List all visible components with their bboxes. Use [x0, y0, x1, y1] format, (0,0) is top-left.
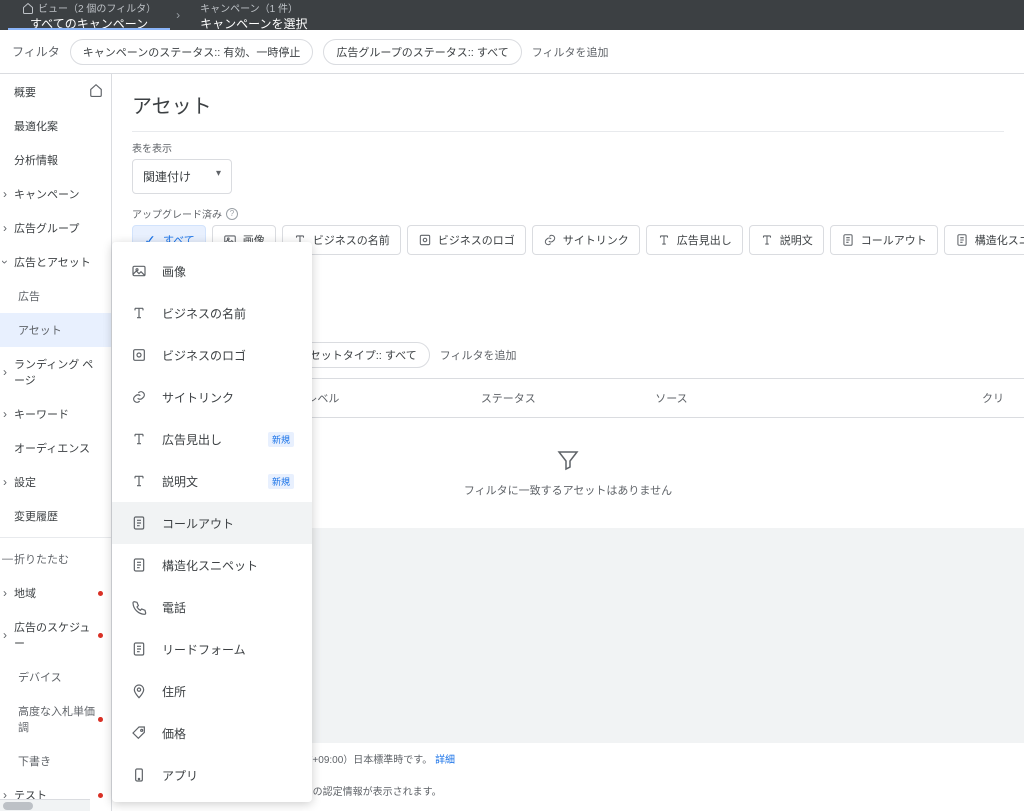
sidebar-item[interactable]: 地域 [0, 576, 111, 610]
sidebar-item[interactable]: 変更履歴 [0, 499, 111, 533]
filter-bar: フィルタ キャンペーンのステータス:: 有効、一時停止 広告グループのステータス… [0, 30, 1024, 74]
dropdown-item[interactable]: サイトリンク [112, 376, 312, 418]
dropdown-item[interactable]: 説明文新規 [112, 460, 312, 502]
sidebar-item[interactable]: 広告 [0, 279, 111, 313]
dropdown-item[interactable]: 広告見出し新規 [112, 418, 312, 460]
image-icon [130, 262, 148, 280]
sidebar-item[interactable]: キャンペーン [0, 177, 111, 211]
dropdown-item[interactable]: リードフォーム [112, 628, 312, 670]
tag-icon [130, 724, 148, 742]
app-icon [130, 766, 148, 784]
table-column-header[interactable]: クリ [830, 390, 1004, 406]
asset-type-button[interactable]: 説明文 [749, 225, 824, 255]
new-badge: 新規 [268, 432, 294, 447]
sidebar-item[interactable]: ランディング ページ [0, 347, 111, 397]
sidebar-item[interactable]: オーディエンス [0, 431, 111, 465]
pin-icon [130, 682, 148, 700]
doc-icon [955, 233, 969, 247]
filter-chip-campaign-status[interactable]: キャンペーンのステータス:: 有効、一時停止 [70, 39, 314, 65]
upgraded-label: アップグレード済み? [112, 206, 1024, 221]
page-title: アセット [112, 74, 1024, 131]
link-icon [130, 388, 148, 406]
horizontal-scrollbar[interactable] [0, 799, 90, 811]
phone-icon [130, 598, 148, 616]
asset-type-button[interactable]: サイトリンク [532, 225, 640, 255]
sidebar-item[interactable]: —折りたたむ [0, 542, 111, 576]
sidebar-item[interactable]: 下書き [0, 744, 111, 778]
add-inner-filter-button[interactable]: フィルタを追加 [440, 347, 517, 363]
dropdown-item[interactable]: 価格 [112, 712, 312, 754]
doc-icon [841, 233, 855, 247]
text-icon [130, 430, 148, 448]
dropdown-item[interactable]: 住所 [112, 670, 312, 712]
table-view-select[interactable]: 関連付け [132, 159, 232, 194]
sidebar-item[interactable]: 広告グループ [0, 211, 111, 245]
text-icon [130, 472, 148, 490]
dropdown-item[interactable]: 画像 [112, 250, 312, 292]
sidebar-item[interactable]: キーワード [0, 397, 111, 431]
dropdown-item[interactable]: プロモーション [112, 796, 312, 802]
dropdown-item[interactable]: コールアウト [112, 502, 312, 544]
breadcrumb-campaign-label: キャンペーンを選択 [200, 15, 307, 30]
asset-type-button[interactable]: 広告見出し [646, 225, 743, 255]
breadcrumb-view-sub: ビュー（2 個のフィルタ） [38, 0, 156, 15]
sidebar-item[interactable]: デバイス [0, 660, 111, 694]
sidebar-item[interactable]: 広告のスケジュー [0, 610, 111, 660]
footer-detail-link[interactable]: 詳細 [435, 755, 455, 766]
alert-dot [98, 633, 103, 638]
sidebar-item[interactable]: 最適化案 [0, 109, 111, 143]
funnel-icon [556, 448, 580, 472]
sidebar-item[interactable]: 高度な入札単価調 [0, 694, 111, 744]
home-icon [89, 83, 103, 100]
filter-chip-adgroup-status[interactable]: 広告グループのステータス:: すべて [323, 39, 521, 65]
add-filter-button[interactable]: フィルタを追加 [532, 44, 609, 60]
breadcrumb-campaign[interactable]: キャンペーン（1 件） キャンペーンを選択▼ [186, 0, 321, 30]
link-icon [543, 233, 557, 247]
new-badge: 新規 [268, 474, 294, 489]
chevron-right-icon: › [176, 0, 180, 30]
alert-dot [98, 717, 103, 722]
asset-type-button[interactable]: ビジネスのロゴ [407, 225, 526, 255]
alert-dot [98, 793, 103, 798]
alert-dot [98, 591, 103, 596]
sidebar-item[interactable]: 広告とアセット [0, 245, 111, 279]
breadcrumb-view[interactable]: ビュー（2 個のフィルタ） すべてのキャンペーン▼ [8, 0, 170, 30]
legacy-asset-dropdown[interactable]: 画像ビジネスの名前ビジネスのロゴサイトリンク広告見出し新規説明文新規コールアウト… [112, 242, 312, 802]
dropdown-item[interactable]: アプリ [112, 754, 312, 796]
dropdown-item[interactable]: ビジネスの名前 [112, 292, 312, 334]
table-column-header[interactable]: ステータス [481, 390, 655, 406]
text-icon [657, 233, 671, 247]
sidebar-item[interactable]: 概要 [0, 74, 111, 109]
dropdown-item[interactable]: 構造化スニペット [112, 544, 312, 586]
asset-type-button[interactable]: コールアウト [830, 225, 938, 255]
asset-type-button[interactable]: 構造化スニペット [944, 225, 1024, 255]
logo-icon [418, 233, 432, 247]
table-column-header[interactable]: ソース [655, 390, 829, 406]
sidebar-item[interactable]: 設定 [0, 465, 111, 499]
dropdown-item[interactable]: 電話 [112, 586, 312, 628]
sidebar-item[interactable]: 分析情報 [0, 143, 111, 177]
filter-label: フィルタ [12, 43, 60, 60]
text-icon [130, 304, 148, 322]
info-icon[interactable]: ? [226, 208, 238, 220]
doc-icon [130, 556, 148, 574]
breadcrumb-view-label: すべてのキャンペーン [30, 15, 148, 28]
doc-icon [130, 514, 148, 532]
breadcrumb-campaign-sub: キャンペーン（1 件） [200, 0, 307, 15]
logo-icon [130, 346, 148, 364]
doc-icon [130, 640, 148, 658]
dropdown-item[interactable]: ビジネスのロゴ [112, 334, 312, 376]
sidebar-item[interactable]: アセット [0, 313, 111, 347]
table-column-header[interactable]: レベル [306, 390, 480, 406]
table-select-label: 表を表示 [112, 140, 1024, 155]
sidebar: 概要最適化案分析情報キャンペーン広告グループ広告とアセット広告アセットランディン… [0, 74, 112, 811]
top-breadcrumb-bar: ビュー（2 個のフィルタ） すべてのキャンペーン▼ › キャンペーン（1 件） … [0, 0, 1024, 30]
text-icon [760, 233, 774, 247]
